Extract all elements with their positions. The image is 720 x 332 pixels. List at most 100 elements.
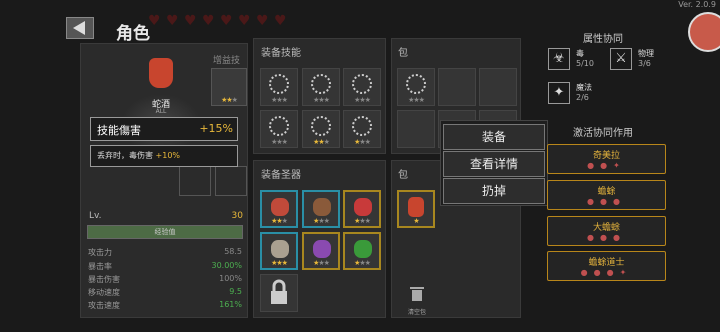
heart-icon: ♥ bbox=[220, 13, 233, 29]
equip-items-title: 装备圣器 bbox=[261, 170, 301, 181]
bag-slot[interactable]: ★★★ bbox=[397, 68, 435, 106]
star-rating: ★★★ bbox=[408, 96, 425, 104]
relic-icon bbox=[354, 198, 372, 216]
star-rating: ★★★ bbox=[354, 259, 371, 267]
player-avatar bbox=[688, 12, 720, 52]
bag-slot[interactable] bbox=[479, 68, 517, 106]
relic-slot[interactable]: ★★★ bbox=[260, 190, 298, 228]
stat-label: 移动速度 bbox=[88, 288, 120, 297]
relic-icon bbox=[313, 198, 331, 216]
relic-slot[interactable]: ★★★ bbox=[302, 190, 340, 228]
synergy-name: 蟾蜍道士 bbox=[588, 258, 625, 268]
star-rating: ★★★ bbox=[313, 217, 330, 225]
star-rating: ★★★ bbox=[313, 138, 330, 146]
equip-button[interactable]: 装备 bbox=[443, 124, 545, 150]
weapon-skill-slot[interactable]: ★★★ bbox=[211, 68, 247, 106]
star-rating: ★★★ bbox=[354, 217, 371, 225]
back-arrow-icon bbox=[73, 21, 85, 35]
magic-attribute: ✦ 魔法 2/6 bbox=[548, 82, 608, 106]
view-details-button[interactable]: 查看详情 bbox=[443, 151, 545, 177]
heart-icon: ♥ bbox=[148, 13, 161, 29]
synergy-member-icons: ●●● bbox=[587, 233, 626, 242]
clear-bag-label: 清空包 bbox=[407, 309, 426, 316]
attributes-title: 属性协同 bbox=[583, 34, 623, 45]
synergy-toad-taoist[interactable]: 蟾蜍道士 ●●●✦ bbox=[547, 251, 666, 281]
stat-row: 暴击伤害 100% bbox=[88, 274, 242, 285]
clear-bag-button[interactable]: 清空包 bbox=[402, 285, 432, 317]
bag-bottom-title: 包 bbox=[398, 170, 408, 181]
synergy-member-icons: ●●● bbox=[587, 197, 626, 206]
tooltip-value: +15% bbox=[199, 122, 233, 135]
skill-icon bbox=[352, 74, 372, 94]
poison-attribute: ☣ 毒 5/10 bbox=[548, 48, 608, 72]
physical-attribute: ⚔ 物理 3/6 bbox=[610, 48, 670, 72]
heart-icon: ♥ bbox=[238, 13, 251, 29]
star-rating: ★★★ bbox=[354, 96, 371, 104]
stat-row: 移动速度 9.5 bbox=[88, 287, 242, 298]
stat-value: 30.00% bbox=[211, 261, 242, 270]
relic-icon bbox=[271, 240, 289, 258]
skill-slot-b[interactable] bbox=[215, 166, 247, 196]
back-button[interactable] bbox=[66, 17, 94, 39]
bag-slot[interactable] bbox=[397, 110, 435, 148]
bag-item-snake-wine[interactable]: ★ bbox=[397, 190, 435, 228]
skill-icon bbox=[352, 116, 372, 136]
magic-icon: ✦ bbox=[548, 82, 570, 104]
locked-slot bbox=[260, 274, 298, 312]
synergy-toad[interactable]: 蟾蜍 ●●● bbox=[547, 180, 666, 210]
synergy-member-icons: ●●●✦ bbox=[580, 268, 633, 277]
synergy-chimera[interactable]: 奇美拉 ●●✦ bbox=[547, 144, 666, 174]
relic-slot[interactable]: ★★★ bbox=[260, 232, 298, 270]
relic-icon bbox=[271, 198, 289, 216]
tooltip-desc-value: +10% bbox=[155, 151, 181, 160]
skill-slot[interactable]: ★★★ bbox=[343, 68, 381, 106]
magic-attribute-name: 魔法 bbox=[576, 83, 592, 92]
poison-attribute-name: 毒 bbox=[576, 49, 584, 58]
bag-top-title: 包 bbox=[398, 48, 408, 59]
star-rating: ★ bbox=[413, 217, 419, 225]
star-rating: ★★★ bbox=[271, 138, 288, 146]
experience-bar-label: 经验值 bbox=[154, 228, 176, 236]
heart-icon: ♥ bbox=[256, 13, 269, 29]
snake-wine-icon bbox=[149, 58, 173, 88]
skill-slot[interactable]: ★★★ bbox=[343, 110, 381, 148]
stat-label: 攻击速度 bbox=[88, 301, 120, 310]
heart-icon: ♥ bbox=[184, 13, 197, 29]
version-label: Ver. 2.0.9 bbox=[678, 0, 716, 9]
stat-value: 9.5 bbox=[229, 287, 242, 296]
poison-attribute-count: 5/10 bbox=[576, 59, 594, 68]
stat-label: 攻击力 bbox=[88, 248, 112, 257]
stat-row: 暴击率 30.00% bbox=[88, 261, 242, 272]
trash-icon bbox=[410, 287, 424, 301]
relic-slot[interactable]: ★★★ bbox=[343, 232, 381, 270]
discard-button[interactable]: 扔掉 bbox=[443, 178, 545, 204]
skill-slot-a[interactable] bbox=[179, 166, 211, 196]
synergy-member-icons: ●●✦ bbox=[587, 161, 626, 170]
stat-value: 58.5 bbox=[224, 247, 242, 256]
relic-icon bbox=[313, 240, 331, 258]
skill-slot[interactable]: ★★★ bbox=[302, 68, 340, 106]
synergy-big-toad[interactable]: 大蟾蜍 ●●● bbox=[547, 216, 666, 246]
tooltip-title: 技能傷害 bbox=[97, 124, 141, 137]
page-title: 角色 bbox=[116, 24, 150, 44]
skill-tooltip: 技能傷害 +15% 丢弃时，毒伤害 +10% bbox=[90, 117, 238, 167]
skill-slot[interactable]: ★★★ bbox=[302, 110, 340, 148]
skill-slot[interactable]: ★★★ bbox=[260, 110, 298, 148]
bag-slot[interactable] bbox=[438, 68, 476, 106]
experience-bar: 经验值 bbox=[87, 225, 243, 239]
synergy-name: 奇美拉 bbox=[592, 151, 620, 161]
star-rating: ★★★ bbox=[221, 96, 238, 104]
skill-icon bbox=[311, 116, 331, 136]
snake-wine-icon bbox=[408, 197, 424, 217]
star-rating: ★★★ bbox=[271, 217, 288, 225]
synergy-name: 蟾蜍 bbox=[597, 187, 616, 197]
sword-icon: ⚔ bbox=[610, 48, 632, 70]
stat-label: 暴击伤害 bbox=[88, 275, 120, 284]
level-label: Lv. bbox=[89, 211, 102, 221]
relic-slot[interactable]: ★★★ bbox=[343, 190, 381, 228]
star-rating: ★★★ bbox=[354, 138, 371, 146]
level-value: 30 bbox=[231, 211, 243, 221]
skill-slot[interactable]: ★★★ bbox=[260, 68, 298, 106]
relic-slot[interactable]: ★★★ bbox=[302, 232, 340, 270]
stat-row: 攻击速度 161% bbox=[88, 300, 242, 311]
